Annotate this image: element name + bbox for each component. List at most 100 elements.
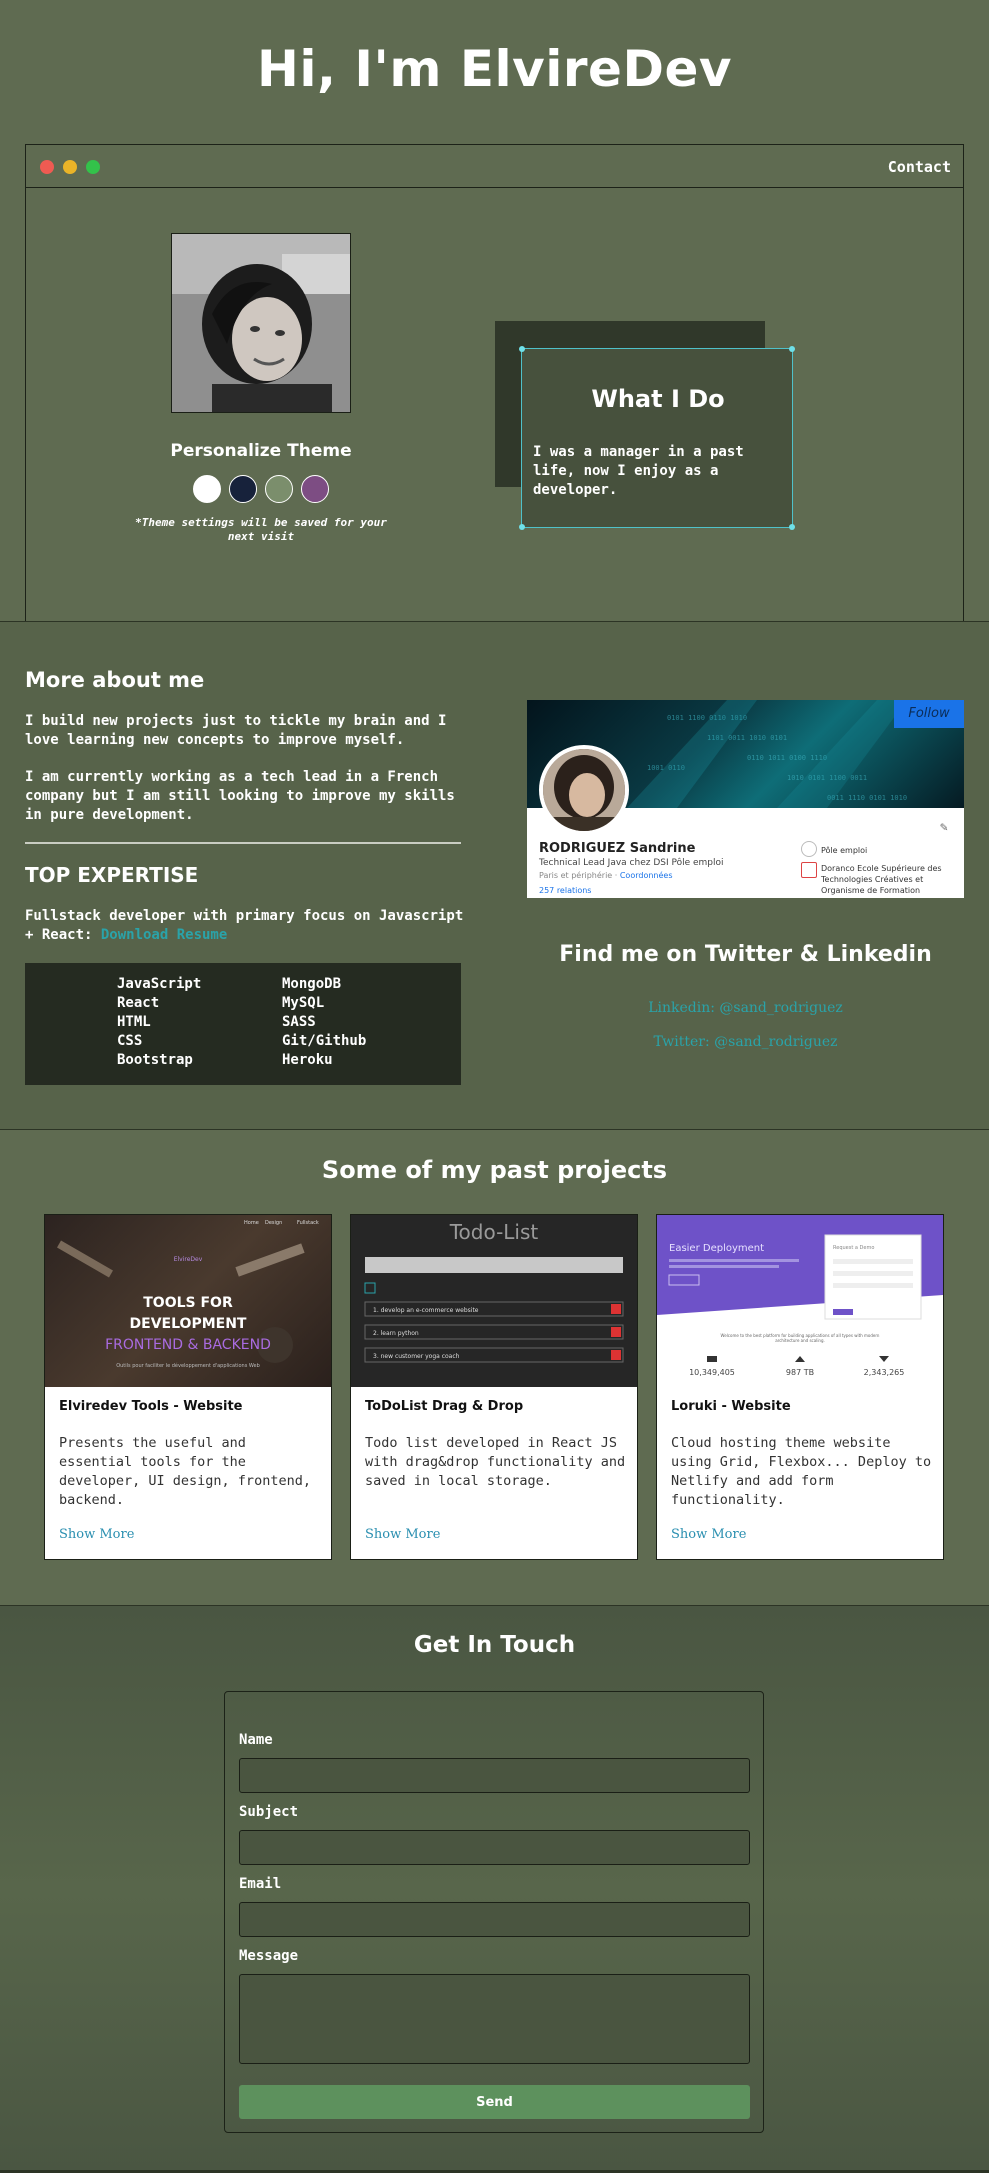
project-thumbnail[interactable]: Home Design Fullstack ElvireDev TOOLS FO… [45,1215,331,1387]
skill-item: React [117,995,160,1011]
contact-nav-link[interactable]: Contact [888,158,951,176]
resize-handle[interactable] [519,524,525,530]
thumb-stat: 10,349,405 [689,1368,735,1377]
profile-photo [171,233,351,413]
thumb-todo-item: 3. new customer yoga coach [373,1353,460,1360]
linkedin-link[interactable]: Linkedin: @sand_rodriguez [527,1000,964,1016]
skill-item: Heroku [282,1052,333,1068]
skill-item: MySQL [282,995,325,1011]
thumb-tagline: Outils pour faciliter le développement d… [116,1362,260,1369]
linkedin-profile-card[interactable]: 0101 1100 0110 1010 1101 0011 1010 0101 … [527,700,964,898]
thumb-nav-item: Fullstack [297,1220,319,1226]
contact-section: Get In Touch Name Subject Email Message … [0,1605,989,2173]
project-description: Presents the useful and essential tools … [59,1435,311,1508]
skill-item: SASS [282,1014,316,1030]
project-card: Home Design Fullstack ElvireDev TOOLS FO… [44,1214,332,1560]
skill-item: Bootstrap [117,1052,193,1068]
linkedin-org: Doranco Ecole Supérieure des Technologie… [821,864,942,895]
about-paragraph: I am currently working as a tech lead in… [25,769,455,823]
thumb-brand: ElvireDev [174,1256,203,1263]
project-card: Easier Deployment Request a Demo Welcome… [656,1214,944,1560]
projects-title: Some of my past projects [321,1156,668,1184]
minimize-dot-icon[interactable] [63,160,77,174]
find-me-title: Find me on Twitter & Linkedin [559,942,932,967]
browser-window: Contact Personalize Theme *Theme setting… [25,144,964,621]
pole-emploi-logo-icon [801,841,817,857]
send-button[interactable]: Send [239,2085,750,2119]
contact-form: Name Subject Email Message Send [224,1691,764,2133]
thumb-stat: 987 TB [786,1368,814,1377]
project-title: Elviredev Tools - Website [59,1399,243,1414]
project-thumbnail[interactable]: Todo-List 1. develop an e-commerce websi… [351,1215,637,1387]
linkedin-org: Pôle emploi [821,846,868,855]
thumb-todo-item: 1. develop an e-commerce website [373,1307,479,1314]
linkedin-name: RODRIGUEZ Sandrine [539,841,696,856]
personalize-theme-title: Personalize Theme [170,441,352,461]
project-title: Loruki - Website [671,1399,791,1414]
svg-text:0110 1011 0100 1110: 0110 1011 0100 1110 [747,754,827,762]
show-more-link[interactable]: Show More [671,1527,746,1542]
name-input[interactable] [239,1758,750,1793]
linkedin-coordinates-link[interactable]: Coordonnées [620,871,673,880]
what-i-do-title: What I Do [591,385,725,413]
skill-item: MongoDB [282,976,342,992]
skills-list: JavaScript React HTML CSS Bootstrap Mong… [25,963,461,1085]
maximize-dot-icon[interactable] [86,160,100,174]
theme-note: *Theme settings will be saved for your n… [135,516,387,543]
linkedin-relations[interactable]: 257 relations [539,886,591,895]
linkedin-place-text: Paris et périphérie · [539,871,620,880]
email-label: Email [239,1876,282,1892]
linkedin-avatar [539,745,629,835]
contact-title: Get In Touch [413,1632,576,1658]
project-description: Cloud hosting theme website using Grid, … [671,1435,932,1508]
name-label: Name [239,1732,273,1748]
expertise-description: Fullstack developer with primary focus o… [25,908,464,943]
window-titlebar: Contact [26,145,963,188]
show-more-link[interactable]: Show More [59,1527,134,1542]
subject-input[interactable] [239,1830,750,1865]
message-textarea[interactable] [239,1974,750,2064]
hero-section: Hi, I'm ElvireDev Contact Personalize Th… [0,0,989,622]
skill-item: HTML [117,1014,151,1030]
about-section: More about me I build new projects just … [0,621,989,1130]
twitter-link[interactable]: Twitter: @sand_rodriguez [527,1034,964,1050]
linkedin-location: Paris et périphérie · Coordonnées [539,871,673,880]
resize-handle[interactable] [789,524,795,530]
thumb-welcome-text: Welcome to the best platform for buildin… [720,1333,880,1343]
resize-handle[interactable] [519,346,525,352]
thumb-heading: TOOLS FOR [143,1295,233,1311]
theme-light-button[interactable] [193,475,221,503]
thumb-nav-item: Design [265,1220,282,1226]
skill-item: JavaScript [117,976,202,992]
expertise-title: TOP EXPERTISE [25,863,199,887]
about-title: More about me [25,668,205,692]
doranco-logo-icon [801,862,817,878]
theme-blue-button[interactable] [229,475,257,503]
show-more-link[interactable]: Show More [365,1527,440,1542]
what-i-do-text: I was a manager in a past life, now I en… [533,444,744,498]
message-label: Message [239,1948,299,1964]
download-resume-link[interactable]: Download Resume [101,927,227,943]
follow-button[interactable]: Follow [894,700,964,728]
email-input[interactable] [239,1902,750,1937]
project-thumbnail[interactable]: Easier Deployment Request a Demo Welcome… [657,1215,943,1387]
expertise-text: Fullstack developer with primary focus o… [25,907,465,945]
thumb-stat: 2,343,265 [864,1368,905,1377]
svg-text:0011 1110 0101 1010: 0011 1110 0101 1010 [827,794,907,802]
skill-item: CSS [117,1033,143,1049]
thumb-heading: FRONTEND & BACKEND [105,1337,271,1353]
theme-purple-button[interactable] [301,475,329,503]
thumb-heading: Easier Deployment [669,1243,764,1254]
thumb-nav-item: Home [244,1220,259,1226]
edit-pencil-icon[interactable]: ✎ [940,820,948,835]
thumb-heading: DEVELOPMENT [130,1316,247,1332]
resize-handle[interactable] [789,346,795,352]
hero-title: Hi, I'm ElvireDev [257,40,732,98]
thumb-todo-item: 2. learn python [373,1330,419,1337]
projects-section: Some of my past projects Home Design Ful… [0,1130,989,1605]
project-description: Todo list developed in React JS with dra… [365,1435,626,1489]
what-i-do-box: What I Do I was a manager in a past life… [519,346,795,530]
thumb-heading: Todo-List [449,1220,539,1244]
theme-green-button[interactable] [265,475,293,503]
close-dot-icon[interactable] [40,160,54,174]
